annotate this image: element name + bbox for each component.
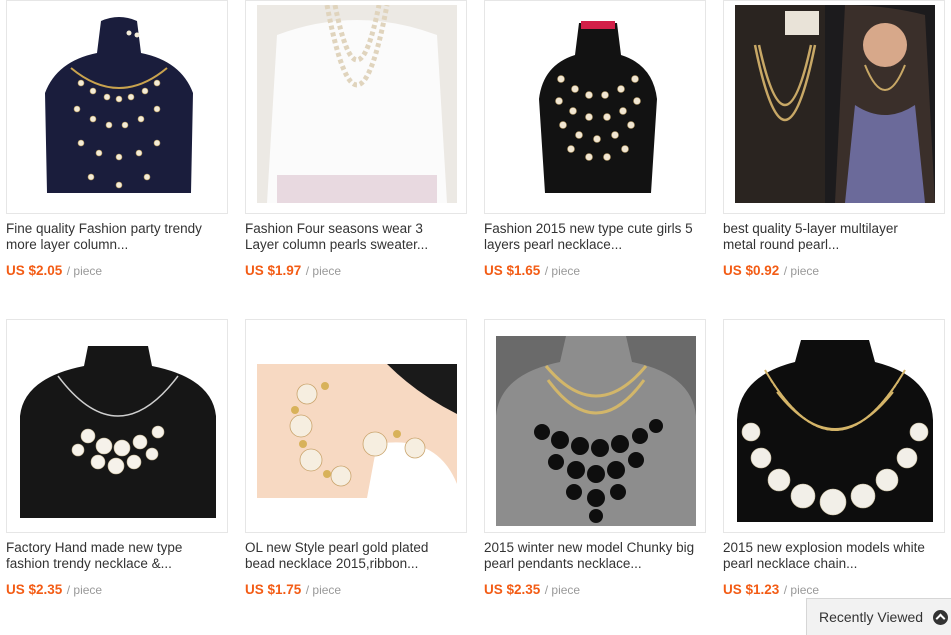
necklace-photo-icon [18,346,218,518]
product-title[interactable]: Fine quality Fashion party trendy more l… [6,221,228,253]
product-price: US $2.35 [6,582,63,597]
price-unit: / piece [783,264,820,278]
product-image[interactable] [6,319,228,533]
product-price: US $1.97 [245,263,302,278]
product-title-line[interactable]: layers pearl necklace... [484,237,706,253]
necklace-photo-icon [257,364,457,498]
price-unit: / piece [305,583,342,597]
product-title[interactable]: Factory Hand made new type fashion trend… [6,540,228,572]
product-title[interactable]: best quality 5-layer multilayer metal ro… [723,221,945,253]
price-unit: / piece [66,264,103,278]
recently-viewed-tab[interactable]: Recently Viewed [806,598,951,635]
product-title-line[interactable]: more layer column... [6,237,228,253]
necklace-photo-icon [535,19,661,193]
product-title-line[interactable]: Layer column pearls sweater... [245,237,467,253]
product-image[interactable] [484,319,706,533]
product-title-line[interactable]: Fashion Four seasons wear 3 [245,221,467,237]
necklace-photo-icon [41,13,197,193]
product-price: US $2.05 [6,263,63,278]
price-row: US $0.92 / piece [723,262,819,280]
product-title-line[interactable]: 2015 new explosion models white [723,540,945,556]
necklace-photo-icon [496,336,696,526]
product-price: US $0.92 [723,263,780,278]
product-image[interactable] [245,319,467,533]
necklace-photo-icon [257,5,457,203]
product-title[interactable]: OL new Style pearl gold plated bead neck… [245,540,467,572]
price-unit: / piece [544,583,581,597]
price-unit: / piece [783,583,820,597]
product-title-line[interactable]: pearl necklace chain... [723,556,945,572]
price-row: US $1.97 / piece [245,262,341,280]
price-unit: / piece [66,583,103,597]
necklace-photo-icon [735,340,935,522]
product-price: US $1.75 [245,582,302,597]
product-image[interactable] [6,0,228,214]
product-title-line[interactable]: Fashion 2015 new type cute girls 5 [484,221,706,237]
product-title[interactable]: Fashion 2015 new type cute girls 5 layer… [484,221,706,253]
product-title[interactable]: 2015 new explosion models white pearl ne… [723,540,945,572]
product-title-line[interactable]: metal round pearl... [723,237,945,253]
recently-viewed-label[interactable]: Recently Viewed [819,609,923,625]
product-image[interactable] [723,319,945,533]
product-price: US $2.35 [484,582,541,597]
price-unit: / piece [544,264,581,278]
price-row: US $2.05 / piece [6,262,102,280]
price-row: US $2.35 / piece [6,581,102,599]
product-title-line[interactable]: OL new Style pearl gold plated [245,540,467,556]
product-image[interactable] [723,0,945,214]
product-image[interactable] [245,0,467,214]
product-title[interactable]: Fashion Four seasons wear 3 Layer column… [245,221,467,253]
price-row: US $1.65 / piece [484,262,580,280]
necklace-photo-icon [735,5,935,203]
price-unit: / piece [305,264,342,278]
chevron-up-circle-icon[interactable] [933,609,949,625]
product-title-line[interactable]: fashion trendy necklace &... [6,556,228,572]
product-price: US $1.65 [484,263,541,278]
product-title[interactable]: 2015 winter new model Chunky big pearl p… [484,540,706,572]
product-title-line[interactable]: best quality 5-layer multilayer [723,221,945,237]
product-title-line[interactable]: pearl pendants necklace... [484,556,706,572]
price-row: US $1.75 / piece [245,581,341,599]
product-title-line[interactable]: Factory Hand made new type [6,540,228,556]
product-title-line[interactable]: 2015 winter new model Chunky big [484,540,706,556]
product-price: US $1.23 [723,582,780,597]
price-row: US $2.35 / piece [484,581,580,599]
product-title-line[interactable]: bead necklace 2015,ribbon... [245,556,467,572]
price-row: US $1.23 / piece [723,581,819,599]
product-title-line[interactable]: Fine quality Fashion party trendy [6,221,228,237]
product-image[interactable] [484,0,706,214]
